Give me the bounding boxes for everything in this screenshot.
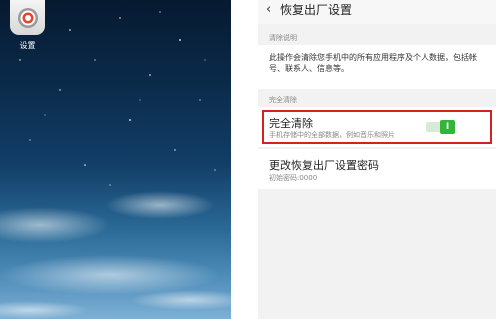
description-text: 此操作会清除您手机中的所有应用程序及个人数据，包括帐号、联系人、信息等。 xyxy=(269,53,477,73)
red-highlight-box xyxy=(262,110,492,144)
change-password-title: 更改恢复出厂设置密码 xyxy=(269,159,379,172)
factory-reset-panel: ‹ 恢复出厂设置 清除说明 此操作会清除您手机中的所有应用程序及个人数据，包括帐… xyxy=(258,0,496,319)
home-screen: 设置 xyxy=(0,0,231,319)
gear-icon xyxy=(17,7,38,28)
section-header-full-clear: 完全清除 xyxy=(269,96,297,104)
back-arrow-icon[interactable]: ‹ xyxy=(266,3,278,17)
settings-app-label: 设置 xyxy=(19,41,36,50)
gap-divider xyxy=(231,0,258,319)
top-bar: ‹ 恢复出厂设置 xyxy=(258,0,496,24)
change-password-subtitle: 初始密码:0000 xyxy=(269,174,318,182)
change-password-row[interactable]: 更改恢复出厂设置密码 初始密码:0000 xyxy=(258,149,496,189)
toggle-knob: I xyxy=(440,120,455,134)
description-card: 此操作会清除您手机中的所有应用程序及个人数据，包括帐号、联系人、信息等。 xyxy=(258,45,496,89)
full-clear-toggle[interactable]: I xyxy=(426,120,455,134)
page-title: 恢复出厂设置 xyxy=(280,3,353,17)
settings-app-icon[interactable] xyxy=(10,0,45,35)
section-header-clear-info: 清除说明 xyxy=(269,34,297,42)
